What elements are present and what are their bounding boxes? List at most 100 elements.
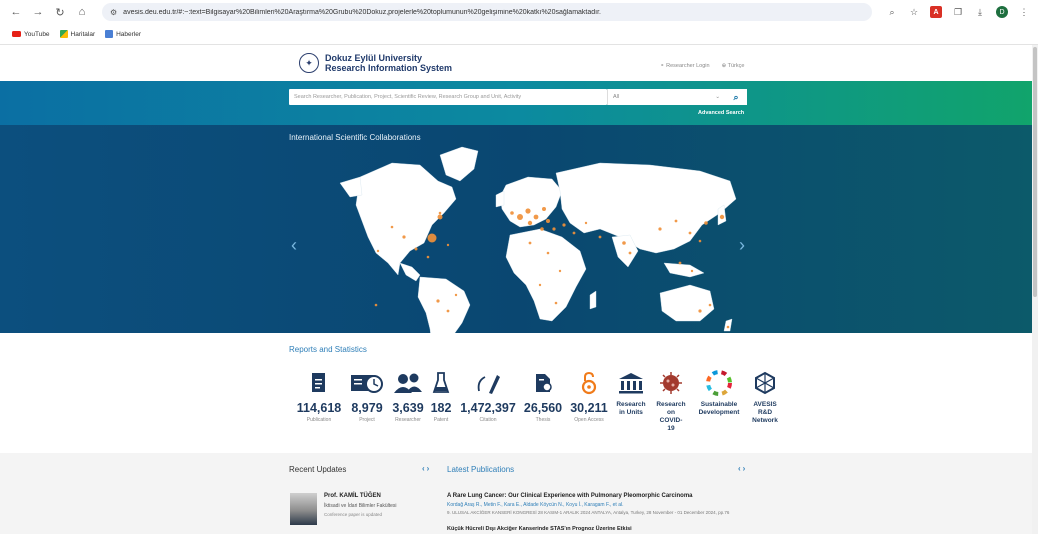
avesis-network-label: AVESIS R&D Network	[748, 401, 782, 425]
link-avesis-network[interactable]: AVESIS R&D Network	[748, 369, 782, 425]
stat-thesis[interactable]: 26,560 Thesis	[521, 369, 565, 423]
stat-label: Researcher	[395, 417, 421, 423]
bookmark-maps[interactable]: Haritalar	[59, 30, 96, 38]
stat-publication[interactable]: 114,618 Publication	[294, 369, 344, 423]
stat-citation[interactable]: 1,472,397 Citation	[458, 369, 518, 423]
scrollbar-thumb[interactable]	[1033, 47, 1037, 297]
stat-value: 8,979	[351, 401, 383, 415]
link-research-in-units[interactable]: Research in Units	[613, 369, 649, 417]
page-scrollbar[interactable]	[1032, 45, 1038, 534]
extensions-icon[interactable]: ❐	[952, 6, 964, 18]
carousel-next-icon[interactable]: ›	[739, 235, 745, 256]
stat-value: 1,472,397	[460, 401, 516, 415]
stat-label: Thesis	[535, 417, 551, 423]
download-icon[interactable]: ⤓	[974, 6, 986, 18]
language-link[interactable]: ⊕ Türkçe	[722, 63, 745, 69]
link-line: R&D	[757, 409, 773, 416]
project-icon	[346, 369, 388, 397]
back-icon[interactable]: ←	[8, 4, 24, 20]
researcher-login-link[interactable]: ⚬ Researcher Login	[660, 63, 710, 69]
link-research-covid[interactable]: Research on COVID- 19	[652, 369, 690, 433]
stat-open-access[interactable]: 30,211 Open Access	[566, 369, 612, 423]
sdg-wheel-icon	[692, 369, 746, 397]
zoom-icon[interactable]: ⌕	[886, 6, 898, 18]
forward-icon[interactable]: →	[30, 4, 46, 20]
menu-icon[interactable]: ⋮	[1018, 6, 1030, 18]
link-line: COVID-	[659, 417, 683, 424]
link-line: Development	[698, 409, 740, 416]
bookmarks-bar: YouTube Haritalar Haberler	[0, 24, 1038, 44]
link-line: Sustainable	[700, 401, 738, 408]
stat-value: 3,639	[392, 401, 424, 415]
stat-label: Patent	[433, 417, 449, 423]
link-line: 19	[667, 425, 675, 432]
logo-text: Dokuz Eylül University Research Informat…	[325, 53, 452, 73]
thesis-icon	[521, 369, 565, 397]
stat-label: Citation	[479, 417, 497, 423]
stat-label: Publication	[306, 417, 332, 423]
stat-project[interactable]: 8,979 Project	[346, 369, 388, 423]
search-placeholder: Search Researcher, Publication, Project,…	[294, 94, 522, 100]
browser-actions: ⌕ ☆ A ❐ ⤓ D ⋮	[886, 6, 1030, 18]
publication-title[interactable]: A Rare Lung Cancer: Our Clinical Experie…	[447, 493, 693, 499]
open-access-icon	[566, 369, 612, 397]
stat-value: 26,560	[523, 401, 563, 415]
header-links: ⚬ Researcher Login ⊕ Türkçe	[660, 63, 744, 69]
link-line: Network	[752, 417, 778, 424]
home-icon[interactable]: ⌂	[74, 4, 90, 20]
research-in-units-label: Research in Units	[613, 401, 649, 417]
research-covid-label: Research on COVID- 19	[652, 401, 690, 433]
bookmark-label: Haberler	[116, 30, 142, 38]
link-sustainable-development[interactable]: Sustainable Development	[692, 369, 746, 417]
updates-section: Recent Updates ‹› Latest Publications ‹›…	[0, 453, 1038, 534]
researcher-name[interactable]: Prof. KAMİL TÜĞEN	[324, 493, 381, 499]
covid-virus-icon	[652, 369, 690, 397]
search-filter-select[interactable]: All ⌄	[607, 89, 725, 105]
latest-publications-nav: ‹›	[738, 464, 747, 473]
search-input[interactable]: Search Researcher, Publication, Project,…	[289, 89, 607, 105]
researcher-photo[interactable]	[290, 493, 317, 525]
researcher-icon	[389, 369, 427, 397]
search-button[interactable]: ⌕	[725, 89, 747, 105]
bookmark-label: Haritalar	[70, 30, 96, 38]
news-icon	[105, 30, 114, 38]
chevron-down-icon: ⌄	[715, 94, 720, 100]
link-line: in Units	[619, 409, 643, 416]
advanced-search-link[interactable]: Advanced Search	[698, 110, 744, 116]
link-line: Research	[656, 401, 686, 408]
stat-researcher[interactable]: 3,639 Researcher	[389, 369, 427, 423]
update-note: Conference paper is updated	[324, 512, 383, 517]
collaborations-title: International Scientific Collaborations	[289, 133, 421, 142]
publication-authors[interactable]: Kordağ Araş R., Metin F., Kara E., Aldad…	[447, 502, 623, 508]
search-filter-value: All	[613, 94, 620, 100]
university-name: Dokuz Eylül University	[325, 53, 423, 63]
bookmark-label: YouTube	[24, 30, 50, 38]
stats-title: Reports and Statistics	[289, 345, 367, 354]
publication-icon	[294, 369, 344, 397]
bookmark-youtube[interactable]: YouTube	[12, 31, 50, 38]
pdf-extension-icon[interactable]: A	[930, 6, 942, 18]
institution-icon	[613, 369, 649, 397]
bookmark-star-icon[interactable]: ☆	[908, 6, 920, 18]
next-chevron-icon[interactable]: ›	[743, 464, 748, 473]
search-icon: ⌕	[733, 91, 739, 102]
carousel-prev-icon[interactable]: ‹	[291, 235, 297, 256]
researcher-department: İktisadi ve İdari Bilimler Fakültesi	[324, 503, 397, 509]
address-bar[interactable]: ⚙ avesis.deu.edu.tr/#:~:text=Bilgisayar%…	[102, 3, 872, 21]
site-logo[interactable]: ✦ Dokuz Eylül University Research Inform…	[299, 53, 452, 73]
profile-avatar[interactable]: D	[996, 6, 1008, 18]
stat-patent[interactable]: 182 Patent	[428, 369, 454, 423]
stat-label: Open Access	[574, 417, 604, 423]
reload-icon[interactable]: ↻	[52, 4, 68, 20]
collaborations-map-section: International Scientific Collaborations …	[0, 125, 1038, 333]
language-label: Türkçe	[727, 63, 745, 69]
bookmark-news[interactable]: Haberler	[105, 30, 141, 38]
patent-icon	[428, 369, 454, 397]
sustainable-development-label: Sustainable Development	[692, 401, 746, 417]
site-info-icon[interactable]: ⚙	[110, 8, 117, 17]
next-chevron-icon[interactable]: ›	[427, 464, 432, 473]
link-line: AVESIS	[753, 401, 777, 408]
publication-title[interactable]: Küçük Hücreli Dışı Akciğer Kanserinde ST…	[447, 526, 632, 532]
search-band: Search Researcher, Publication, Project,…	[0, 81, 1038, 125]
maps-icon	[59, 30, 68, 38]
